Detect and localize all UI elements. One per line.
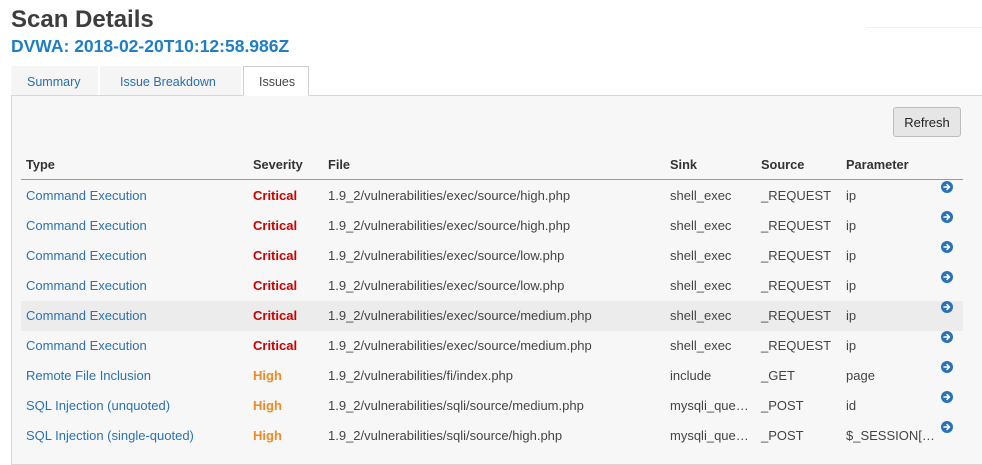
severity-label: Critical	[253, 188, 298, 203]
tab-summary[interactable]: Summary	[11, 66, 98, 96]
issue-type-link[interactable]: Command Execution	[26, 301, 147, 331]
source-value: _REQUEST	[761, 248, 832, 263]
issue-type-link[interactable]: Command Execution	[26, 271, 147, 301]
arrow-circle-right-icon[interactable]	[941, 241, 953, 253]
parameter-value: $_SESSION[…	[846, 428, 935, 443]
table-row[interactable]: Command Execution Critical 1.9_2/vulnera…	[21, 181, 963, 211]
arrow-circle-right-icon[interactable]	[941, 301, 953, 313]
issues-panel: Refresh Type Severity File Sink Source P…	[11, 95, 982, 465]
table-header: Type Severity File Sink Source Parameter	[21, 150, 963, 180]
table-row[interactable]: SQL Injection (single-quoted) High 1.9_2…	[21, 421, 963, 451]
arrow-circle-right-icon[interactable]	[941, 181, 953, 193]
issue-type-link[interactable]: Command Execution	[26, 241, 147, 271]
parameter-value: id	[846, 398, 857, 413]
tab-issues[interactable]: Issues	[243, 66, 309, 96]
sink-value: shell_exec	[670, 338, 732, 353]
source-value: _REQUEST	[761, 308, 832, 323]
severity-label: Critical	[253, 248, 298, 263]
file-path: 1.9_2/vulnerabilities/exec/source/low.ph…	[328, 248, 565, 263]
arrow-circle-right-icon[interactable]	[941, 331, 953, 343]
parameter-value: ip	[846, 218, 857, 233]
column-header-source[interactable]: Source	[761, 150, 804, 180]
file-path: 1.9_2/vulnerabilities/exec/source/low.ph…	[328, 278, 565, 293]
source-value: _POST	[761, 428, 804, 443]
tab-bar: Summary Issue Breakdown Issues	[11, 66, 311, 96]
sink-value: include	[670, 368, 712, 383]
header-right-area	[866, 0, 982, 28]
severity-label: High	[253, 368, 282, 383]
file-path: 1.9_2/vulnerabilities/sqli/source/medium…	[328, 398, 584, 413]
column-header-severity[interactable]: Severity	[253, 150, 303, 180]
column-header-type[interactable]: Type	[26, 150, 55, 180]
parameter-value: ip	[846, 188, 857, 203]
issue-type-link[interactable]: Command Execution	[26, 211, 147, 241]
sink-value: shell_exec	[670, 248, 732, 263]
severity-label: Critical	[253, 278, 298, 293]
parameter-value: ip	[846, 338, 857, 353]
file-path: 1.9_2/vulnerabilities/fi/index.php	[328, 368, 514, 383]
scan-subtitle: DVWA: 2018-02-20T10:12:58.986Z	[11, 36, 290, 56]
source-value: _POST	[761, 398, 804, 413]
column-header-sink[interactable]: Sink	[670, 150, 697, 180]
severity-label: High	[253, 428, 282, 443]
source-value: _REQUEST	[761, 188, 832, 203]
refresh-button[interactable]: Refresh	[893, 107, 961, 137]
sink-value: mysqli_que…	[670, 428, 749, 443]
parameter-value: ip	[846, 308, 857, 323]
file-path: 1.9_2/vulnerabilities/exec/source/high.p…	[328, 218, 571, 233]
parameter-value: ip	[846, 278, 857, 293]
parameter-value: ip	[846, 248, 857, 263]
file-path: 1.9_2/vulnerabilities/sqli/source/high.p…	[328, 428, 563, 443]
table-row[interactable]: Command Execution Critical 1.9_2/vulnera…	[21, 331, 963, 361]
issue-type-link[interactable]: SQL Injection (unquoted)	[26, 391, 170, 421]
arrow-circle-right-icon[interactable]	[941, 271, 953, 283]
severity-label: Critical	[253, 218, 298, 233]
issue-type-link[interactable]: Remote File Inclusion	[26, 361, 151, 391]
table-row[interactable]: Command Execution Critical 1.9_2/vulnera…	[21, 241, 963, 271]
page-title: Scan Details	[11, 6, 154, 33]
column-header-file[interactable]: File	[328, 150, 350, 180]
table-row[interactable]: Command Execution Critical 1.9_2/vulnera…	[21, 211, 963, 241]
sink-value: shell_exec	[670, 188, 732, 203]
source-value: _GET	[761, 368, 795, 383]
issue-type-link[interactable]: SQL Injection (single-quoted)	[26, 421, 194, 451]
column-header-parameter[interactable]: Parameter	[846, 150, 909, 180]
arrow-circle-right-icon[interactable]	[941, 421, 953, 433]
sink-value: shell_exec	[670, 308, 732, 323]
arrow-circle-right-icon[interactable]	[941, 211, 953, 223]
source-value: _REQUEST	[761, 278, 832, 293]
table-row[interactable]: Remote File Inclusion High 1.9_2/vulnera…	[21, 361, 963, 391]
sink-value: mysqli_que…	[670, 398, 749, 413]
issue-type-link[interactable]: Command Execution	[26, 331, 147, 361]
source-value: _REQUEST	[761, 338, 832, 353]
sink-value: shell_exec	[670, 278, 732, 293]
issue-type-link[interactable]: Command Execution	[26, 181, 147, 211]
sink-value: shell_exec	[670, 218, 732, 233]
severity-label: Critical	[253, 338, 298, 353]
file-path: 1.9_2/vulnerabilities/exec/source/medium…	[328, 338, 592, 353]
file-path: 1.9_2/vulnerabilities/exec/source/high.p…	[328, 188, 571, 203]
table-row[interactable]: Command Execution Critical 1.9_2/vulnera…	[21, 271, 963, 301]
table-row-highlighted[interactable]: Command Execution Critical 1.9_2/vulnera…	[21, 301, 963, 331]
arrow-circle-right-icon[interactable]	[941, 391, 953, 403]
file-path: 1.9_2/vulnerabilities/exec/source/medium…	[328, 308, 592, 323]
arrow-circle-right-icon[interactable]	[941, 361, 953, 373]
table-row[interactable]: SQL Injection (unquoted) High 1.9_2/vuln…	[21, 391, 963, 421]
tab-issue-breakdown[interactable]: Issue Breakdown	[100, 66, 241, 96]
severity-label: Critical	[253, 308, 298, 323]
severity-label: High	[253, 398, 282, 413]
parameter-value: page	[846, 368, 875, 383]
source-value: _REQUEST	[761, 218, 832, 233]
